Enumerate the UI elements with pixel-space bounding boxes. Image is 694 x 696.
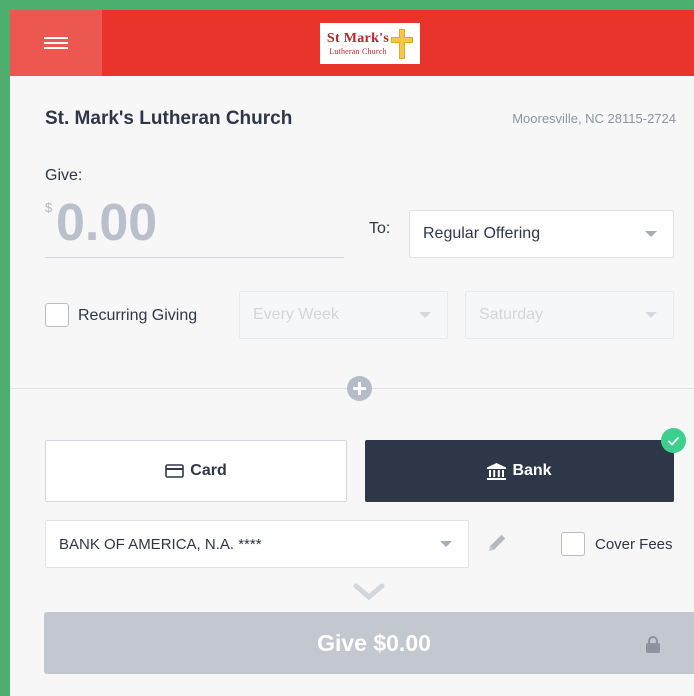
giving-form: St Mark's Lutheran Church St. Mark's Lut… <box>10 10 694 696</box>
frequency-select-value: Every Week <box>253 306 339 323</box>
chevron-down-icon <box>645 312 657 318</box>
recurring-checkbox[interactable] <box>45 303 69 327</box>
day-select[interactable]: Saturday <box>465 291 674 339</box>
currency-symbol: $ <box>45 200 53 215</box>
chevron-down-icon <box>419 312 431 318</box>
church-location: Mooresville, NC 28115-2724 <box>512 111 676 126</box>
logo-subtitle: Lutheran Church <box>329 46 387 56</box>
menu-button[interactable] <box>10 10 102 76</box>
bank-account-value: BANK OF AMERICA, N.A. **** <box>59 535 262 553</box>
fund-select[interactable]: Regular Offering <box>409 210 674 258</box>
to-label: To: <box>369 220 391 237</box>
day-select-value: Saturday <box>479 306 544 323</box>
give-label: Give: <box>45 167 83 184</box>
cover-fees-checkbox[interactable] <box>561 532 585 556</box>
credit-card-icon <box>165 464 185 478</box>
bank-method-button[interactable]: Bank <box>365 440 674 502</box>
card-method-button[interactable]: Card <box>45 440 347 502</box>
add-gift-button[interactable] <box>347 376 372 401</box>
chevron-down-icon <box>440 541 452 547</box>
cross-icon <box>391 28 414 59</box>
recurring-label: Recurring Giving <box>78 307 198 324</box>
lock-icon <box>646 636 660 658</box>
chevron-down-icon <box>645 231 657 237</box>
edit-account-icon[interactable] <box>486 532 508 559</box>
fund-select-value: Regular Offering <box>423 225 541 242</box>
card-method-label: Card <box>190 462 227 479</box>
church-name: St. Mark's Lutheran Church <box>45 108 293 129</box>
bank-icon <box>487 462 507 480</box>
amount-input[interactable] <box>56 190 344 256</box>
hamburger-menu-icon <box>44 37 68 49</box>
expand-chevron-icon[interactable] <box>353 583 385 606</box>
logo-name: St Mark's <box>326 30 390 46</box>
check-icon <box>661 428 686 453</box>
top-bar: St Mark's Lutheran Church <box>10 10 694 76</box>
amount-underline <box>45 257 344 258</box>
bank-account-select[interactable]: BANK OF AMERICA, N.A. **** <box>45 520 469 568</box>
give-submit-button[interactable]: Give $0.00 <box>44 612 694 674</box>
frequency-select[interactable]: Every Week <box>239 291 448 339</box>
church-logo: St Mark's Lutheran Church <box>320 23 420 64</box>
bank-method-label: Bank <box>512 462 552 479</box>
cover-fees-label: Cover Fees <box>595 536 673 553</box>
